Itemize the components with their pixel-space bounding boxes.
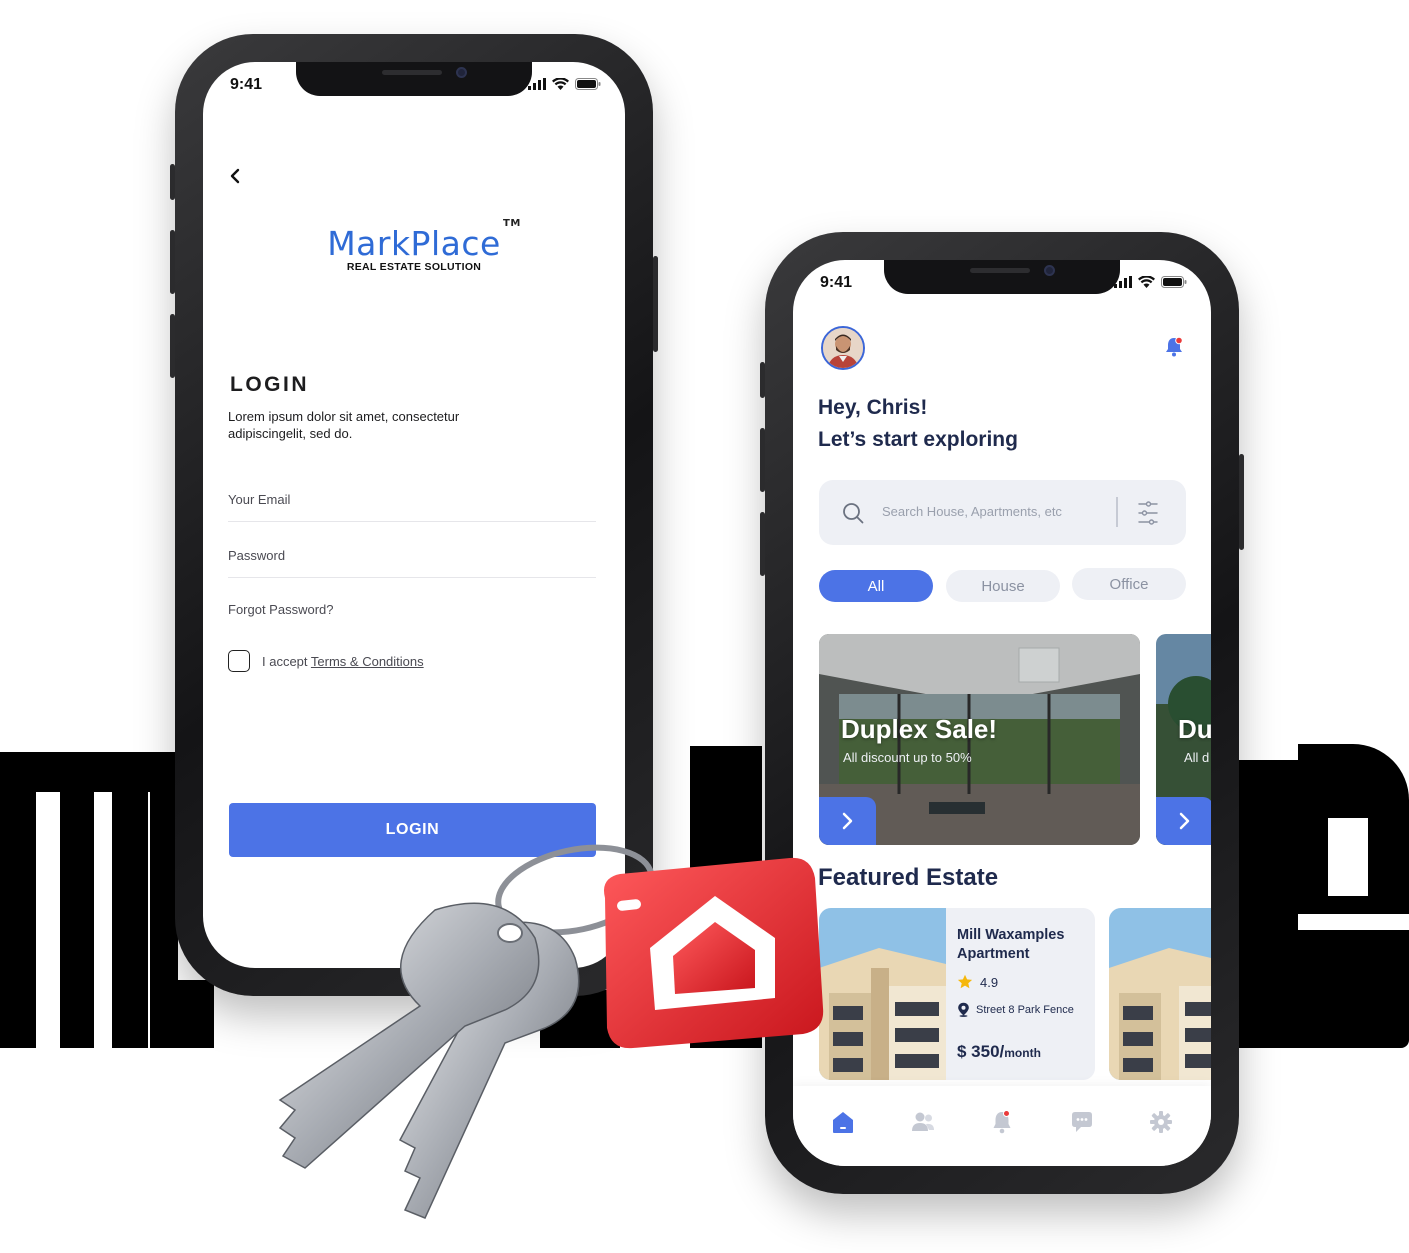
battery-icon (1161, 276, 1187, 288)
forgot-password-link[interactable]: Forgot Password? (228, 602, 334, 617)
location-text: Street 8 Park Fence (976, 1003, 1074, 1016)
notification-bell-icon[interactable] (1165, 337, 1183, 357)
promo-card[interactable]: Du All d (1156, 634, 1211, 845)
chevron-right-icon (1179, 812, 1189, 830)
search-divider (1116, 497, 1118, 527)
price-value: $ 350/ (957, 1042, 1005, 1061)
wifi-icon (552, 78, 569, 90)
promo-card[interactable]: Duplex Sale! All discount up to 50% (819, 634, 1140, 845)
greeting: Hey, Chris! (818, 396, 928, 419)
tab-settings[interactable] (1147, 1108, 1175, 1136)
user-portrait-icon (823, 328, 863, 368)
location-pin-icon (958, 1002, 969, 1017)
rating-value: 4.9 (980, 974, 999, 990)
promo-title: Du (1178, 714, 1211, 744)
terms-checkbox[interactable] (228, 650, 250, 672)
promo-subtitle: All d (1184, 750, 1210, 765)
apartment-photo (819, 908, 946, 1080)
brand-logo: MarkPlace TM REAL ESTATE SOLUTION (203, 218, 625, 273)
logo-name: MarkPlace (327, 224, 501, 263)
tab-people[interactable] (909, 1108, 937, 1136)
password-field[interactable]: Password (228, 542, 596, 578)
notch (884, 260, 1120, 294)
terms-row: I accept Terms & Conditions (228, 650, 424, 672)
chevron-right-icon (842, 812, 852, 830)
filter-chip-house[interactable]: House (946, 570, 1060, 602)
login-description: Lorem ipsum dolor sit amet, consectetur … (228, 409, 460, 441)
status-time: 9:41 (820, 274, 853, 291)
gear-icon (1150, 1111, 1172, 1133)
estate-card[interactable]: Mill Waxamples Apartment 4.9 Street 8 Pa… (819, 908, 1095, 1080)
filter-chip-all[interactable]: All (819, 570, 933, 602)
greeting-subtitle: Let’s start exploring (818, 428, 1018, 451)
avatar[interactable] (821, 326, 865, 370)
apartment-photo (1109, 908, 1211, 1080)
people-icon (912, 1112, 934, 1131)
tab-messages[interactable] (1068, 1108, 1096, 1136)
login-title: LOGIN (230, 373, 309, 396)
promo-subtitle: All discount up to 50% (843, 750, 972, 765)
estate-price: $ 350/month (957, 1042, 1041, 1062)
house-keys-image (278, 844, 824, 1219)
section-title: Featured Estate (818, 864, 999, 891)
notch (296, 62, 532, 96)
price-period: month (1004, 1046, 1041, 1060)
estate-card[interactable] (1109, 908, 1211, 1080)
terms-prefix: I accept (262, 653, 308, 669)
battery-icon (575, 78, 601, 90)
filter-icon[interactable] (1137, 500, 1159, 526)
wifi-icon (1138, 276, 1155, 288)
estate-location: Street 8 Park Fence (957, 1002, 1074, 1017)
bell-icon (993, 1110, 1011, 1134)
back-arrow-icon[interactable] (225, 166, 245, 186)
login-screen: 9:41 MarkPlace TM REAL ESTATE SOLUTION LO… (203, 62, 625, 968)
status-time: 9:41 (230, 76, 263, 93)
estate-rating: 4.9 (957, 974, 998, 990)
tab-notifications[interactable] (988, 1108, 1016, 1136)
chat-icon (1072, 1112, 1092, 1132)
star-icon (957, 974, 973, 989)
filter-chip-office[interactable]: Office (1072, 568, 1186, 600)
search-bar[interactable]: Search House, Apartments, etc (819, 480, 1186, 545)
home-phone: 9:41 Hey, Chris! Let’s start exploring S… (760, 232, 1244, 1194)
terms-link[interactable]: Terms & Conditions (311, 654, 424, 669)
search-icon (843, 503, 864, 524)
home-screen: 9:41 Hey, Chris! Let’s start exploring S… (793, 260, 1211, 1166)
estate-name: Mill Waxamples Apartment (957, 927, 1065, 962)
search-input[interactable]: Search House, Apartments, etc (882, 504, 1062, 519)
promo-title: Duplex Sale! (841, 714, 998, 744)
promo-next-button[interactable] (1156, 797, 1211, 845)
logo-trademark: TM (503, 218, 521, 229)
bottom-tab-bar (793, 1086, 1211, 1166)
email-field[interactable]: Your Email (228, 486, 596, 522)
